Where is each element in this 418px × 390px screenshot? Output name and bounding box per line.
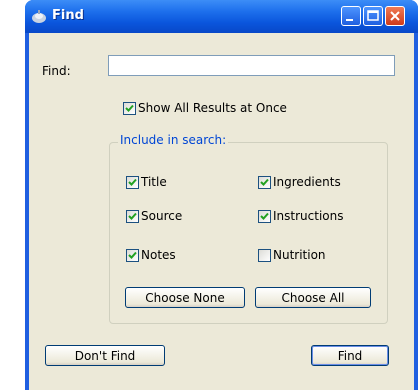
show-all-results-label: Show All Results at Once bbox=[138, 101, 287, 115]
include-in-search-legend: Include in search: bbox=[118, 133, 229, 147]
include-instructions-label: Instructions bbox=[273, 209, 344, 223]
checkmark-icon bbox=[125, 104, 134, 112]
checkbox-box[interactable] bbox=[258, 209, 271, 223]
window-title: Find bbox=[52, 8, 84, 23]
find-button[interactable]: Find bbox=[311, 345, 389, 366]
checkbox-box[interactable] bbox=[123, 101, 136, 115]
checkmark-icon bbox=[260, 178, 269, 186]
find-input[interactable] bbox=[108, 55, 395, 76]
find-dialog-window: Find Find: Show All Results at Once Incl… bbox=[25, 0, 418, 390]
checkbox-box[interactable] bbox=[258, 175, 271, 189]
checkbox-box[interactable] bbox=[126, 248, 139, 262]
maximize-button[interactable] bbox=[363, 6, 383, 26]
show-all-results-checkbox[interactable]: Show All Results at Once bbox=[123, 100, 287, 116]
include-source-checkbox[interactable]: Source bbox=[126, 208, 182, 224]
checkbox-box[interactable] bbox=[126, 175, 139, 189]
include-ingredients-checkbox[interactable]: Ingredients bbox=[258, 174, 341, 190]
minimize-icon bbox=[346, 19, 353, 21]
maximize-icon bbox=[367, 10, 379, 21]
close-button[interactable] bbox=[385, 6, 405, 26]
include-notes-checkbox[interactable]: Notes bbox=[126, 247, 176, 263]
choose-none-button[interactable]: Choose None bbox=[125, 287, 245, 308]
dialog-body: Find: Show All Results at Once Include i… bbox=[29, 33, 414, 390]
checkmark-icon bbox=[128, 251, 137, 259]
include-source-label: Source bbox=[141, 209, 183, 223]
title-bar[interactable]: Find bbox=[25, 0, 418, 33]
include-nutrition-label: Nutrition bbox=[273, 248, 326, 262]
dont-find-button[interactable]: Don't Find bbox=[45, 345, 165, 366]
checkmark-icon bbox=[128, 212, 137, 220]
minimize-button[interactable] bbox=[341, 6, 361, 26]
include-ingredients-label: Ingredients bbox=[273, 175, 341, 189]
choose-all-button[interactable]: Choose All bbox=[255, 287, 371, 308]
include-title-label: Title bbox=[141, 175, 167, 189]
checkbox-box[interactable] bbox=[126, 209, 139, 223]
app-icon bbox=[31, 10, 47, 24]
checkmark-icon bbox=[260, 212, 269, 220]
checkmark-icon bbox=[128, 178, 137, 186]
find-label: Find: bbox=[42, 64, 71, 78]
close-icon bbox=[390, 11, 400, 21]
include-title-checkbox[interactable]: Title bbox=[126, 174, 167, 190]
include-notes-label: Notes bbox=[141, 248, 176, 262]
checkbox-box[interactable] bbox=[258, 248, 271, 262]
include-instructions-checkbox[interactable]: Instructions bbox=[258, 208, 343, 224]
include-nutrition-checkbox[interactable]: Nutrition bbox=[258, 247, 326, 263]
